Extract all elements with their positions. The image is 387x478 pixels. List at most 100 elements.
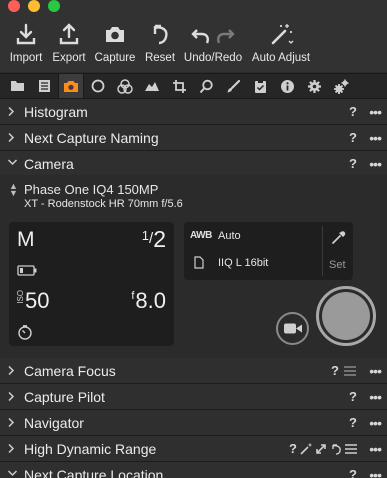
section-title: High Dynamic Range: [24, 441, 157, 457]
shutter-speed[interactable]: 1/2: [142, 226, 166, 253]
more-options-button[interactable]: •••: [369, 130, 382, 146]
camera-model-select[interactable]: Phase One IQ4 150MP: [24, 182, 158, 197]
tool-tabs: [0, 73, 387, 99]
main-toolbar: Import Export Capture Reset Undo/Redo Au…: [0, 14, 387, 72]
help-button[interactable]: ?: [349, 415, 357, 430]
more-options-button[interactable]: •••: [369, 389, 382, 405]
section-histogram[interactable]: Histogram ? •••: [0, 99, 387, 125]
batch-gear-icon: [333, 79, 348, 94]
circle-icon: [91, 79, 105, 93]
section-title: Next Capture Location: [24, 467, 164, 478]
section-capture-pilot[interactable]: Capture Pilot ? •••: [0, 384, 387, 410]
tab-info[interactable]: [274, 74, 300, 98]
help-button[interactable]: ?: [349, 130, 357, 145]
import-icon: [16, 23, 36, 45]
chevron-right-icon[interactable]: [7, 365, 15, 376]
export-button[interactable]: Export: [51, 22, 87, 64]
more-options-button[interactable]: •••: [369, 441, 382, 457]
iso-number: 50: [25, 288, 50, 313]
reset-icon[interactable]: [330, 443, 342, 455]
section-title: Camera Focus: [24, 363, 116, 379]
help-button[interactable]: ?: [349, 156, 357, 171]
help-button[interactable]: ?: [331, 363, 339, 378]
list-icon[interactable]: [345, 443, 357, 454]
magic-wand-icon[interactable]: [300, 443, 312, 455]
help-button[interactable]: ?: [349, 104, 357, 119]
tab-adjustments[interactable]: [247, 74, 273, 98]
chevron-right-icon[interactable]: [7, 391, 15, 402]
tab-lens[interactable]: [85, 74, 111, 98]
title-bar: [0, 0, 387, 14]
close-window-button[interactable]: [8, 0, 20, 12]
tab-output[interactable]: [301, 74, 327, 98]
tab-color[interactable]: [112, 74, 138, 98]
chevron-right-icon[interactable]: [7, 443, 15, 454]
minimize-window-button[interactable]: [28, 0, 40, 12]
section-tool-icons: ?: [289, 441, 357, 456]
camera-selector-arrows-icon[interactable]: ▲ ▼: [9, 182, 18, 198]
shutter-release-button[interactable]: [316, 286, 376, 346]
tab-capture[interactable]: [58, 74, 84, 98]
section-title: Next Capture Naming: [24, 130, 159, 146]
aperture-value[interactable]: f8.0: [131, 288, 166, 314]
section-next-capture-location[interactable]: Next Capture Location ? •••: [0, 462, 387, 478]
chevron-right-icon[interactable]: [7, 417, 15, 428]
capture-button[interactable]: Capture: [93, 22, 137, 64]
chevron-down-icon[interactable]: [7, 158, 18, 166]
shutter-numerator: 1: [141, 228, 150, 243]
help-button[interactable]: ?: [349, 389, 357, 404]
tab-library[interactable]: [4, 74, 30, 98]
chevron-right-icon[interactable]: [7, 132, 15, 143]
section-navigator[interactable]: Navigator ? •••: [0, 410, 387, 436]
section-title: Navigator: [24, 415, 84, 431]
file-format-value[interactable]: IIQ L 16bit: [218, 257, 268, 269]
crop-icon: [172, 79, 186, 93]
tab-details[interactable]: [193, 74, 219, 98]
color-icon: [117, 78, 133, 94]
aperture-number: 8.0: [135, 288, 166, 313]
tab-exposure[interactable]: [139, 74, 165, 98]
camera-panel: ▲ ▼ Phase One IQ4 150MP XT - Rodenstock H…: [0, 175, 387, 358]
more-options-button[interactable]: •••: [369, 467, 382, 478]
section-camera-focus[interactable]: Camera Focus ? •••: [0, 358, 387, 384]
help-button[interactable]: ?: [289, 441, 297, 456]
magic-wand-icon: [271, 24, 294, 45]
auto-adjust-button[interactable]: Auto Adjust: [250, 22, 312, 64]
exposure-mode[interactable]: M: [17, 228, 35, 252]
shutter-release-inner: [322, 292, 370, 340]
tab-batch[interactable]: [328, 74, 354, 98]
self-timer-icon[interactable]: [17, 324, 33, 340]
tab-composition[interactable]: [166, 74, 192, 98]
reset-button[interactable]: Reset: [143, 22, 177, 64]
white-balance-value[interactable]: Auto: [218, 230, 241, 242]
clipboard-icon: [254, 79, 266, 93]
live-view-button[interactable]: [276, 312, 309, 345]
zoom-window-button[interactable]: [48, 0, 60, 12]
iso-value[interactable]: ISO50: [16, 288, 49, 314]
section-title: Histogram: [24, 104, 88, 120]
battery-icon: [17, 265, 37, 276]
shutter-denominator: 2: [153, 226, 166, 252]
chevron-down-icon[interactable]: [7, 469, 18, 477]
undo-redo-button[interactable]: Undo/Redo: [183, 22, 243, 64]
tab-metadata[interactable]: [31, 74, 57, 98]
section-high-dynamic-range[interactable]: High Dynamic Range ? •••: [0, 436, 387, 462]
help-button[interactable]: ?: [349, 467, 357, 478]
video-camera-icon: [283, 323, 302, 334]
folder-icon: [10, 81, 24, 91]
list-icon[interactable]: [344, 366, 356, 376]
info-icon: [280, 79, 294, 93]
more-options-button[interactable]: •••: [369, 104, 382, 120]
more-options-button[interactable]: •••: [369, 156, 382, 172]
more-options-button[interactable]: •••: [369, 415, 382, 431]
import-button[interactable]: Import: [9, 22, 43, 64]
chevron-right-icon[interactable]: [7, 106, 15, 117]
more-options-button[interactable]: •••: [369, 363, 382, 379]
section-next-capture-naming[interactable]: Next Capture Naming ? •••: [0, 125, 387, 151]
lens-name: XT - Rodenstock HR 70mm f/5.6: [24, 198, 183, 210]
set-wb-button[interactable]: Set: [329, 259, 346, 271]
eyedropper-icon[interactable]: [330, 230, 346, 246]
section-camera[interactable]: Camera ? •••: [0, 151, 387, 177]
tab-local-adjustments[interactable]: [220, 74, 246, 98]
copy-apply-icon[interactable]: [315, 443, 327, 455]
